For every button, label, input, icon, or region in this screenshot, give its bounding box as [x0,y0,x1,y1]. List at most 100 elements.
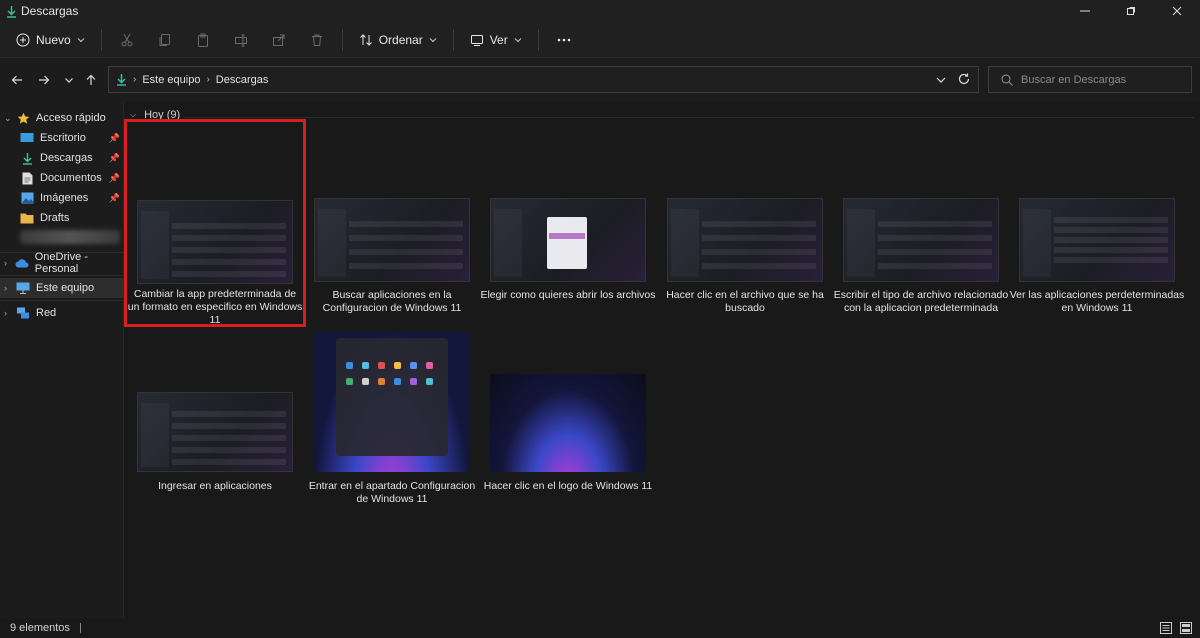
document-icon [20,171,34,185]
sort-button[interactable]: Ordenar [349,26,447,54]
view-button[interactable]: Ver [460,26,532,54]
pin-icon[interactable]: 📌 [109,193,120,204]
new-button[interactable]: Nuevo [6,26,95,54]
sidebar-item-onedrive[interactable]: › OneDrive - Personal [0,251,124,275]
minimize-icon[interactable] [1062,0,1108,22]
thumb-row [172,435,286,441]
group-header[interactable]: ⌵ Hoy (9) [130,109,180,121]
copy-icon[interactable] [146,26,184,54]
download-icon [116,73,127,86]
share-icon[interactable] [260,26,298,54]
recent-chevron-down-icon[interactable] [58,69,80,91]
sidebar-item-label: Documentos [40,172,102,184]
file-tile[interactable]: Buscar aplicaciones en la Configuracion … [304,122,480,322]
file-tile[interactable]: Hacer clic en el logo de Windows 11 [480,330,656,510]
cut-icon[interactable] [108,26,146,54]
file-name: Ingresar en aplicaciones [158,480,272,492]
app-tile [362,378,369,385]
back-icon[interactable] [6,69,28,91]
thumb-sidebar [671,209,699,277]
file-name: Hacer clic en el archivo que se ha busca… [666,289,824,314]
thumb-row [349,235,463,241]
sidebar-item-label: Imágenes [40,192,89,204]
address-chevron-down-icon[interactable] [936,74,946,88]
up-icon[interactable] [80,69,102,91]
file-tile[interactable]: Escribir el tipo de archivo relacionado … [833,122,1009,322]
thumb-row [349,221,463,227]
file-name: Buscar aplicaciones en la Configuracion … [322,289,462,314]
rename-icon[interactable] [222,26,260,54]
download-icon [20,151,34,165]
thumb-row [1054,257,1168,263]
search-box[interactable] [988,66,1192,93]
chevron-down-icon[interactable]: ⌵ [130,110,136,120]
file-thumbnail [137,200,293,284]
sidebar-item-descargas[interactable]: Descargas 📌 [0,148,124,168]
sidebar-item-drafts[interactable]: Drafts [0,208,124,228]
app-tile [394,362,401,369]
sidebar-item-label: Escritorio [40,132,86,144]
title-bar: Descargas [0,0,1200,22]
forward-icon[interactable] [33,69,55,91]
thumb-row [172,223,286,229]
sidebar-item-documentos[interactable]: Documentos 📌 [0,168,124,188]
search-input[interactable] [1021,73,1181,86]
pin-icon[interactable]: 📌 [109,173,120,184]
item-count: 9 elementos [10,622,70,634]
file-tile[interactable]: Hacer clic en el archivo que se ha busca… [657,122,833,322]
file-tile[interactable]: Elegir como quieres abrir los archivos [480,122,656,322]
download-icon [5,4,17,18]
app-tile [346,378,353,385]
sidebar-item-red[interactable]: › Red [0,303,124,323]
desktop-icon [20,131,34,145]
chevron-right-icon[interactable]: › [4,308,16,318]
file-thumbnail [843,198,999,282]
command-bar: Nuevo Ordenar Ver [0,22,1200,58]
file-tile[interactable]: Entrar en el apartado Configuracion de W… [304,330,480,510]
close-icon[interactable] [1154,0,1200,22]
chevron-down-icon [514,37,522,42]
sidebar-item-quick-access[interactable]: ⌄ Acceso rápido [0,108,124,128]
maximize-icon[interactable] [1108,0,1154,22]
breadcrumb-descargas[interactable]: Descargas [216,74,269,86]
address-bar[interactable]: › Este equipo › Descargas [108,66,979,93]
pin-icon[interactable]: 📌 [109,133,120,144]
sidebar-item-este-equipo[interactable]: › Este equipo [0,278,124,298]
chevron-right-icon[interactable]: › [4,283,16,293]
details-view-icon[interactable] [1158,620,1174,636]
chevron-right-icon[interactable]: › [4,258,15,268]
tiles-view-icon[interactable] [1178,620,1194,636]
status-divider [79,623,81,633]
start-menu-preview [336,338,448,456]
sidebar-divider [0,300,124,301]
pin-icon[interactable]: 📌 [109,153,120,164]
more-icon[interactable] [545,26,583,54]
breadcrumb-este-equipo[interactable]: Este equipo [142,74,200,86]
file-view: ⌵ Hoy (9) Cambiar la app predeterminada … [124,102,1200,618]
refresh-icon[interactable] [958,73,970,88]
sidebar-item-escritorio[interactable]: Escritorio 📌 [0,128,124,148]
thumb-row [878,235,992,241]
file-tile[interactable]: Cambiar la app predeterminada de un form… [124,119,306,327]
file-tile[interactable]: Ingresar en aplicaciones [127,330,303,510]
chevron-down-icon[interactable]: ⌄ [4,113,16,124]
thumb-row [172,247,286,253]
sidebar-item-label: Drafts [40,212,70,224]
paste-icon[interactable] [184,26,222,54]
status-bar: 9 elementos [0,618,1200,638]
thumb-row [172,447,286,453]
thumb-row [702,249,816,255]
thumb-sidebar [141,403,169,467]
file-tile[interactable]: Ver las aplicaciones perdeterminadas en … [1009,122,1185,322]
sidebar-item-imagenes[interactable]: Imágenes 📌 [0,188,124,208]
delete-icon[interactable] [298,26,336,54]
toolbar-divider [341,28,343,51]
address-row: › Este equipo › Descargas [0,58,1200,102]
plus-icon [16,33,30,46]
selected-option [549,233,585,239]
thumb-row [172,459,286,465]
file-thumbnail [314,198,470,282]
file-name: Cambiar la app predeterminada de un form… [127,288,303,326]
breadcrumb-separator: › [206,74,210,85]
star-icon [16,111,30,125]
